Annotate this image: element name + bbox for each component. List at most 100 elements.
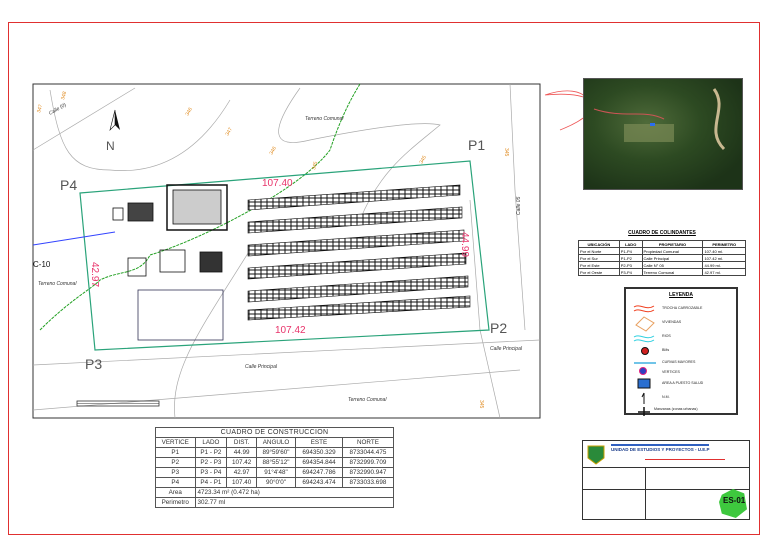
cell: Calle Principal <box>641 254 704 262</box>
column-header: PERIMETRO <box>702 240 746 248</box>
place-label: Calle Principal <box>245 364 278 370</box>
cell: Por el Norte <box>578 247 620 255</box>
legend: LEYENDA TROCHA CARROZABLE VIVIENDAS RIOS… <box>624 287 738 416</box>
cell: P1-P2 <box>618 254 643 262</box>
perimeter-label: Perimetro <box>155 497 196 508</box>
side-length-east: 44.99 <box>459 232 470 257</box>
column-header: DIST. <box>226 437 257 448</box>
legend-item: VIVIENDAS <box>662 320 682 324</box>
place-label: Terreno Comunal <box>305 116 344 122</box>
cell: P1 - P2 <box>194 447 228 458</box>
contour-label: 345 <box>503 148 509 157</box>
legend-item: N.M. <box>662 395 670 399</box>
cell: 694243.474 <box>295 477 343 488</box>
legend-symbols <box>633 305 656 416</box>
legend-item: TROCHA CARROZABLE <box>662 306 703 310</box>
cell: P4 <box>155 477 196 488</box>
side-length-north: 107.40 <box>262 178 293 189</box>
cell: Por el Sur <box>578 254 620 262</box>
bm-symbol-icon <box>641 347 649 355</box>
legend-item: AREA A PUESTO SALUD <box>662 381 704 385</box>
area-label: Area <box>155 487 196 498</box>
cell: 694350.329 <box>295 447 343 458</box>
cell: Terreno Comunal <box>641 268 704 276</box>
vertex-label-p1: P1 <box>468 137 485 153</box>
column-header: PROPIETARIO <box>641 240 704 248</box>
place-label: Calle 05 <box>516 196 522 215</box>
cell: 107.40 ml. <box>702 247 746 255</box>
river-symbol-icon <box>633 335 655 343</box>
bm-label: C-10 <box>33 260 51 269</box>
cell: 42.97 <box>226 467 257 478</box>
vertex-symbol-icon <box>639 367 647 375</box>
cell: P2 <box>155 457 196 468</box>
area-row: Area 4723.34 m² (0.472 ha) <box>155 487 394 498</box>
area-value: 4723.34 m² (0.472 ha) <box>194 487 394 498</box>
cell: P2-P3 <box>618 261 643 269</box>
cell: Por el Este <box>578 261 620 269</box>
side-length-west: 42.97 <box>89 262 100 287</box>
cell: 8733033.698 <box>341 477 395 488</box>
table-row: Por el Oeste P3-P4 Terreno Comunal 42.97 ml… <box>578 268 746 276</box>
boundaries-table-title: CUADRO DE COLINDANTES <box>628 230 696 236</box>
place-label: Calle Principal <box>490 346 523 352</box>
table-row: Por el Sur P1-P2 Calle Principal 107.42 ml. <box>578 254 746 262</box>
construction-table-title: CUADRO DE CONSTRUCCION <box>155 427 394 438</box>
title-block: UNIDAD DE ESTUDIOS Y PROYECTOS - U.E.P E… <box>582 440 750 520</box>
cell: P4 - P1 <box>194 477 228 488</box>
construction-table: CUADRO DE CONSTRUCCION VERTICE LADO DIST… <box>155 427 395 508</box>
institution-logo-icon <box>587 445 605 465</box>
cell: 8732999.709 <box>341 457 395 468</box>
cell: P3 - P4 <box>194 467 228 478</box>
legend-title: LEYENDA <box>669 292 693 298</box>
legend-item: RIOS <box>662 334 671 338</box>
cell: 8732990.947 <box>341 467 395 478</box>
cell: Propiedad Comunal <box>641 247 704 255</box>
cell: 91°4'48" <box>255 467 297 478</box>
table-row: Por el Norte P1-P4 Propiedad Comunal 107.40… <box>578 247 746 255</box>
cell: 107.42 ml. <box>702 254 746 262</box>
table-row: P4 P4 - P1 107.40 90°0'0" 694243.474 8733033.… <box>155 477 395 488</box>
perimeter-value: 302.77 ml <box>194 497 394 508</box>
block-symbol-icon <box>638 407 650 416</box>
cell: 89°59'60" <box>255 447 297 458</box>
table-row: P1 P1 - P2 44.99 89°59'60" 694350.329 8733044… <box>155 447 395 458</box>
contour-label: 345 <box>478 400 484 409</box>
column-header: ESTE <box>295 437 343 448</box>
cell: P1 <box>155 447 196 458</box>
unit-name: UNIDAD DE ESTUDIOS Y PROYECTOS - U.E.P <box>611 447 710 452</box>
cell: 107.40 <box>226 477 257 488</box>
column-header: VERTICE <box>155 437 196 448</box>
house-symbol-icon <box>635 316 655 332</box>
satellite-features <box>593 88 726 151</box>
vertex-label-p3: P3 <box>85 356 102 372</box>
cell: 44.99 <box>226 447 257 458</box>
table-row: P3 P3 - P4 42.97 91°4'48" 694247.786 8732990.… <box>155 467 395 478</box>
column-header: LADO <box>618 240 643 248</box>
legend-item: CURVAS MAYORES <box>662 360 696 364</box>
vertex-label-p2: P2 <box>490 320 507 336</box>
area-symbol-icon <box>637 378 651 389</box>
cell: 90°0'0" <box>255 477 297 488</box>
cell: P3 <box>155 467 196 478</box>
cell: 88°55'12" <box>255 457 297 468</box>
cell: P2 - P3 <box>194 457 228 468</box>
column-header: ANGULO <box>255 437 297 448</box>
legend-item: Manzanas (zonas urbanas) <box>654 407 698 411</box>
table-row: P2 P2 - P3 107.42 88°55'12" 694354.844 873299… <box>155 457 395 468</box>
cell: 107.42 <box>226 457 257 468</box>
place-label: Terreno Comunal <box>348 397 387 403</box>
cell: 694247.786 <box>295 467 343 478</box>
side-length-south: 107.42 <box>275 325 306 336</box>
legend-item: VERTICES <box>662 370 680 374</box>
cell: Por el Oeste <box>578 268 620 276</box>
cell: P3-P4 <box>618 268 643 276</box>
place-label: Terreno Comunal <box>38 281 77 287</box>
cell: 44.99 ml. <box>702 261 746 269</box>
vertex-label-p4: P4 <box>60 177 77 193</box>
cell: 42.97 ml. <box>702 268 746 276</box>
table-row: Por el Este P2-P3 Calle N° 05 44.99 ml. <box>578 261 746 269</box>
sheet-code: ES-01 <box>723 496 746 505</box>
legend-item: BMs <box>662 348 670 352</box>
cell: 8733044.475 <box>341 447 395 458</box>
